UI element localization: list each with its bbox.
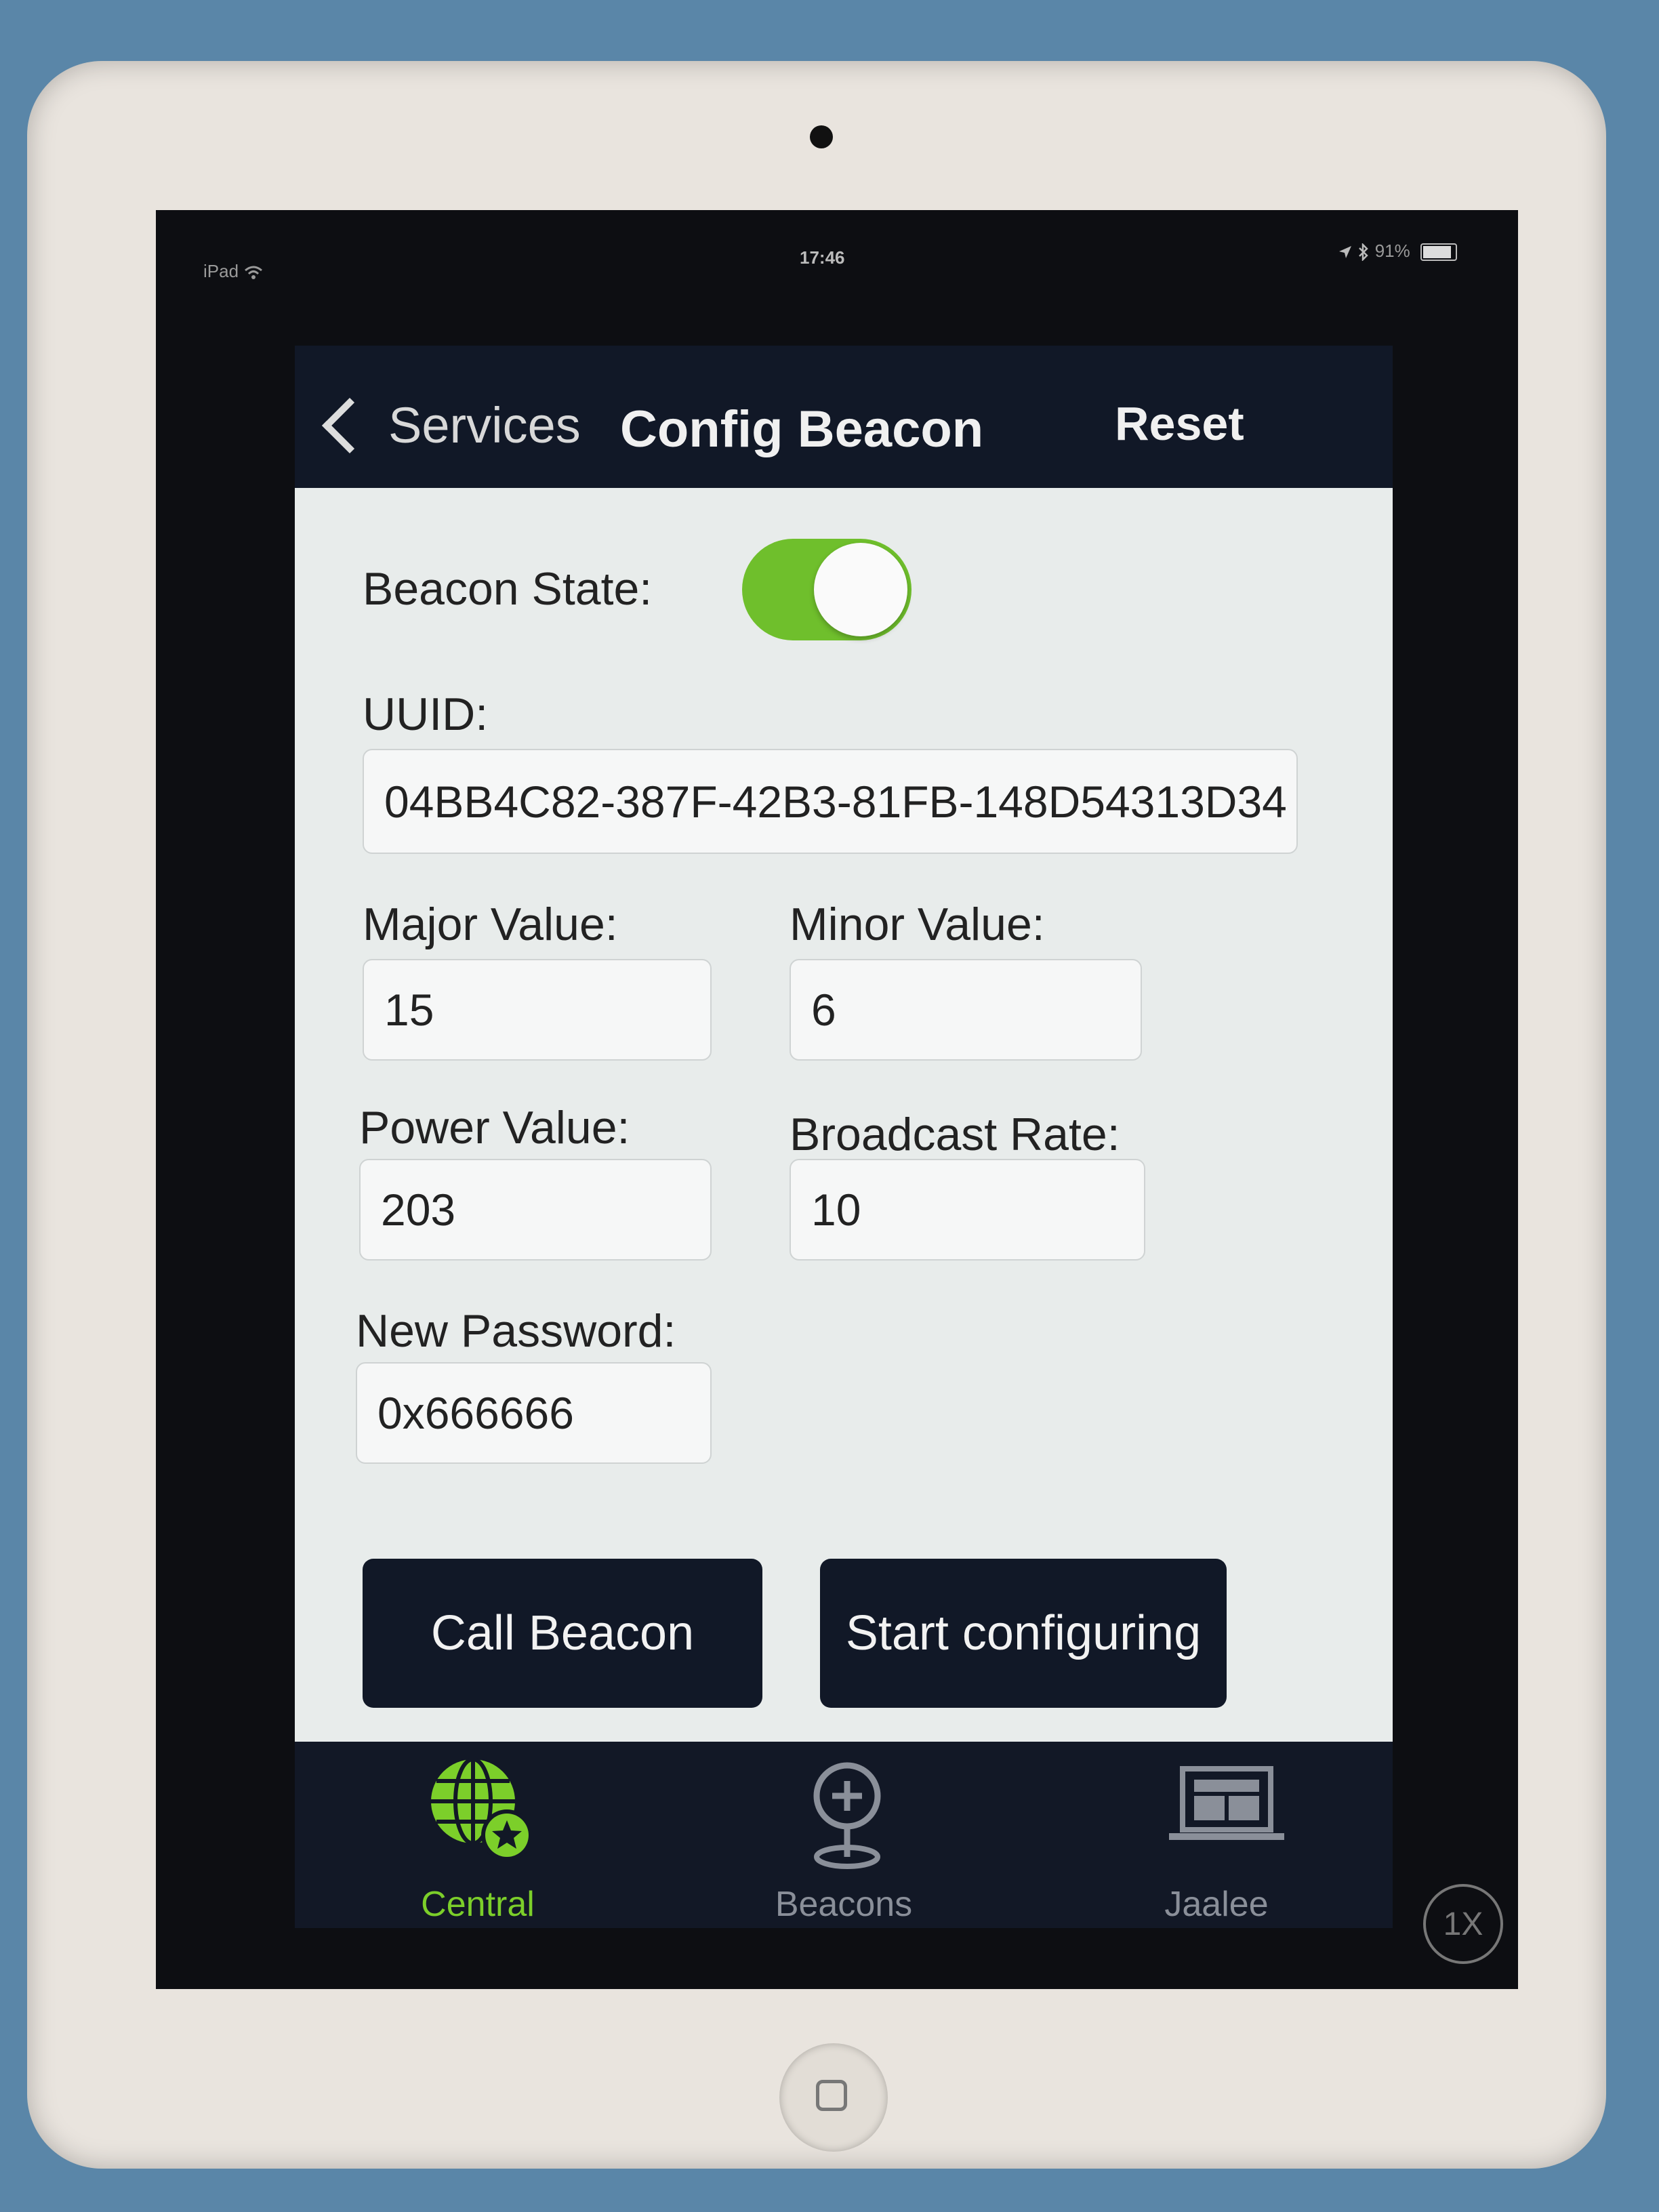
battery-icon	[1420, 243, 1457, 262]
broadcast-rate-label: Broadcast Rate:	[790, 1109, 1120, 1160]
map-pin-plus-icon	[813, 1762, 881, 1869]
call-beacon-button[interactable]: Call Beacon	[363, 1559, 762, 1708]
carrier-label: iPad	[203, 261, 264, 282]
globe-star-icon	[431, 1757, 533, 1861]
back-label: Services	[388, 397, 581, 453]
tab-central-label: Central	[421, 1885, 535, 1924]
major-value-input[interactable]: 15	[363, 959, 712, 1061]
broadcast-rate-input[interactable]: 10	[790, 1159, 1145, 1261]
laptop-icon	[1169, 1766, 1284, 1840]
navigation-bar: Services Config Beacon Reset	[295, 346, 1393, 488]
reset-button[interactable]: Reset	[1115, 396, 1244, 451]
status-bar: iPad 17:46 91%	[156, 234, 1518, 281]
new-password-label: New Password:	[356, 1305, 676, 1357]
location-arrow-icon	[1339, 246, 1352, 259]
uuid-label: UUID:	[363, 689, 489, 740]
tab-bar: Central Beacons Jaalee	[295, 1742, 1393, 1928]
config-form: Beacon State: UUID: 04BB4C82-387F-42B3-8…	[295, 488, 1393, 1742]
power-value-label: Power Value:	[359, 1102, 630, 1153]
back-button[interactable]: Services	[315, 396, 581, 454]
major-value-label: Major Value:	[363, 899, 618, 950]
tab-beacons-label: Beacons	[775, 1885, 913, 1924]
wifi-icon	[245, 266, 263, 280]
toggle-knob	[814, 543, 907, 636]
start-configuring-button[interactable]: Start configuring	[820, 1559, 1227, 1708]
home-button[interactable]	[779, 2043, 888, 2152]
tab-central[interactable]: Central	[376, 1755, 579, 1925]
beacon-state-toggle[interactable]	[742, 539, 912, 640]
tab-jaalee[interactable]: Jaalee	[1115, 1755, 1318, 1925]
minor-value-label: Minor Value:	[790, 899, 1045, 950]
chevron-left-icon	[321, 397, 378, 453]
home-button-icon	[816, 2080, 847, 2111]
zoom-badge[interactable]: 1X	[1423, 1884, 1503, 1964]
status-right: 91%	[1338, 241, 1457, 262]
beacon-state-label: Beacon State:	[363, 563, 653, 615]
app-view: Services Config Beacon Reset Beacon Stat…	[295, 346, 1393, 1928]
page-title: Config Beacon	[620, 401, 984, 458]
power-value-input[interactable]: 203	[359, 1159, 712, 1261]
bluetooth-icon	[1359, 243, 1369, 262]
tab-beacons[interactable]: Beacons	[742, 1755, 945, 1925]
front-camera	[810, 125, 833, 148]
uuid-input[interactable]: 04BB4C82-387F-42B3-81FB-148D54313D34	[363, 749, 1298, 854]
minor-value-input[interactable]: 6	[790, 959, 1142, 1061]
new-password-input[interactable]: 0x666666	[356, 1362, 712, 1464]
device-screen: iPad 17:46 91% Services Config Beacon Re…	[156, 210, 1518, 1989]
tab-jaalee-label: Jaalee	[1164, 1885, 1269, 1924]
battery-percent: 91%	[1374, 241, 1410, 261]
status-time: 17:46	[800, 247, 845, 268]
